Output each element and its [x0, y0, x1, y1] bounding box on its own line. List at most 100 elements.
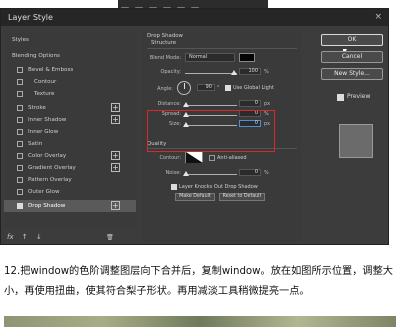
opacity-unit: % — [264, 69, 269, 75]
style-checkbox[interactable] — [17, 203, 23, 209]
style-item-label: Stroke — [28, 105, 46, 111]
style-checkbox[interactable] — [17, 189, 23, 195]
style-item[interactable]: Pattern Overlay — [4, 174, 136, 186]
style-checkbox[interactable] — [17, 153, 23, 159]
style-item[interactable]: Styles — [4, 34, 136, 46]
add-effect-icon[interactable]: + — [111, 151, 120, 160]
style-checkbox[interactable] — [17, 105, 23, 111]
trash-icon[interactable]: 🗑 — [106, 234, 114, 241]
section-title: Drop Shadow — [147, 33, 183, 39]
opacity-field[interactable]: 100 — [239, 68, 261, 75]
style-item-label: Pattern Overlay — [28, 177, 72, 183]
knockout-label: Layer Knocks Out Drop Shadow — [179, 184, 258, 190]
angle-dial[interactable] — [177, 81, 191, 95]
style-checkbox[interactable] — [17, 79, 23, 85]
style-item-label: Texture — [34, 91, 55, 97]
move-down-icon[interactable]: ↓ — [36, 233, 42, 241]
add-effect-icon[interactable]: + — [111, 103, 120, 112]
style-checkbox[interactable] — [17, 177, 23, 183]
style-item[interactable]: Inner Shadow + — [4, 114, 136, 126]
article-paragraph: 12.把window的色阶调整图层向下合并后，复制window。放在如图所示位置… — [4, 266, 393, 297]
style-item-label: Inner Glow — [28, 129, 59, 135]
knockout-checkbox[interactable] — [171, 184, 177, 190]
noise-label: Noise: — [165, 170, 181, 176]
distance-field[interactable]: 0 — [239, 100, 261, 107]
cancel-button[interactable]: Cancel — [321, 51, 383, 63]
distance-slider[interactable] — [185, 105, 237, 106]
ok-button[interactable]: OK — [321, 34, 383, 46]
move-up-icon[interactable]: ↑ — [22, 233, 28, 241]
style-checkbox[interactable] — [17, 67, 23, 73]
opacity-label: Opacity: — [160, 69, 181, 75]
dialog-title: Layer Style — [8, 13, 53, 22]
reset-default-button[interactable]: Reset to Default — [219, 193, 265, 201]
dialog-titlebar: Layer Style × — [1, 9, 388, 26]
shadow-color-swatch[interactable] — [239, 53, 255, 62]
style-item-label: Inner Shadow — [28, 117, 67, 123]
anti-aliased-label: Anti-aliased — [217, 155, 247, 161]
distance-unit: px — [264, 101, 271, 107]
highlight-annotation — [147, 110, 275, 152]
style-item[interactable]: Satin — [4, 138, 136, 150]
distance-label: Distance: — [157, 101, 181, 107]
style-preview-thumbnail — [339, 124, 373, 158]
divider — [147, 48, 297, 49]
style-item-label: Bevel & Emboss — [28, 67, 74, 73]
page-margin — [389, 10, 400, 250]
style-item-label: Contour — [34, 79, 57, 85]
noise-field[interactable]: 0 — [239, 169, 261, 176]
preview-checkbox[interactable] — [337, 94, 344, 101]
anti-aliased-checkbox[interactable] — [209, 155, 215, 161]
contour-preview[interactable] — [185, 151, 203, 163]
structure-label: Structure — [151, 40, 177, 46]
styles-footer: fx ↑ ↓ 🗑 — [7, 233, 114, 241]
style-item-label: Color Overlay — [28, 153, 67, 159]
angle-field[interactable]: 90 — [197, 84, 215, 91]
style-checkbox[interactable] — [17, 165, 23, 171]
angle-unit: ° — [217, 85, 220, 91]
article-photo — [4, 316, 396, 327]
style-item[interactable]: Color Overlay + — [4, 150, 136, 162]
global-light-checkbox[interactable] — [225, 85, 231, 91]
noise-slider[interactable] — [185, 174, 237, 175]
opacity-thumb[interactable] — [231, 70, 237, 75]
style-checkbox[interactable] — [17, 129, 23, 135]
add-effect-icon[interactable]: + — [111, 163, 120, 172]
add-effect-icon[interactable]: + — [111, 115, 120, 124]
noise-unit: % — [264, 170, 269, 176]
style-item[interactable]: Texture — [4, 88, 136, 100]
fx-icon[interactable]: fx — [7, 233, 14, 241]
style-item-label: Satin — [28, 141, 43, 147]
style-item[interactable]: Outer Glow — [4, 186, 136, 198]
style-item-label: Gradient Overlay — [28, 165, 76, 171]
style-item-label: Styles — [12, 37, 29, 43]
close-icon[interactable]: × — [374, 9, 382, 26]
opacity-slider[interactable] — [185, 73, 237, 74]
blend-mode-select[interactable]: Normal — [185, 53, 235, 62]
style-checkbox[interactable] — [17, 117, 23, 123]
blend-mode-label: Blend Mode: — [149, 55, 181, 61]
style-item[interactable]: Bevel & Emboss — [4, 64, 136, 76]
style-checkbox[interactable] — [17, 141, 23, 147]
noise-thumb[interactable] — [183, 171, 189, 176]
contour-label: Contour: — [159, 155, 181, 161]
style-item-label: Drop Shadow — [28, 203, 66, 209]
style-item[interactable]: Gradient Overlay + — [4, 162, 136, 174]
style-item[interactable]: Inner Glow — [4, 126, 136, 138]
style-checkbox[interactable] — [17, 91, 23, 97]
preview-label: Preview — [347, 93, 371, 100]
style-item[interactable]: Contour — [4, 76, 136, 88]
style-item[interactable]: Blending Options — [4, 50, 136, 62]
new-style-button[interactable]: New Style... — [321, 68, 383, 80]
add-effect-icon[interactable]: + — [111, 201, 120, 210]
distance-thumb[interactable] — [183, 102, 189, 107]
screenshot-root: { "dialog": { "title": "Layer Style", "c… — [0, 0, 400, 327]
style-item[interactable]: Drop Shadow + — [4, 200, 136, 212]
make-default-button[interactable]: Make Default — [175, 193, 215, 201]
style-item-label: Outer Glow — [28, 189, 60, 195]
style-item-label: Blending Options — [12, 53, 60, 59]
style-item[interactable]: Stroke + — [4, 102, 136, 114]
styles-list: Styles Blending Options Bevel & Emboss Cont… — [4, 30, 136, 227]
angle-label: Angle: — [157, 86, 173, 92]
global-light-label: Use Global Light — [233, 85, 274, 91]
